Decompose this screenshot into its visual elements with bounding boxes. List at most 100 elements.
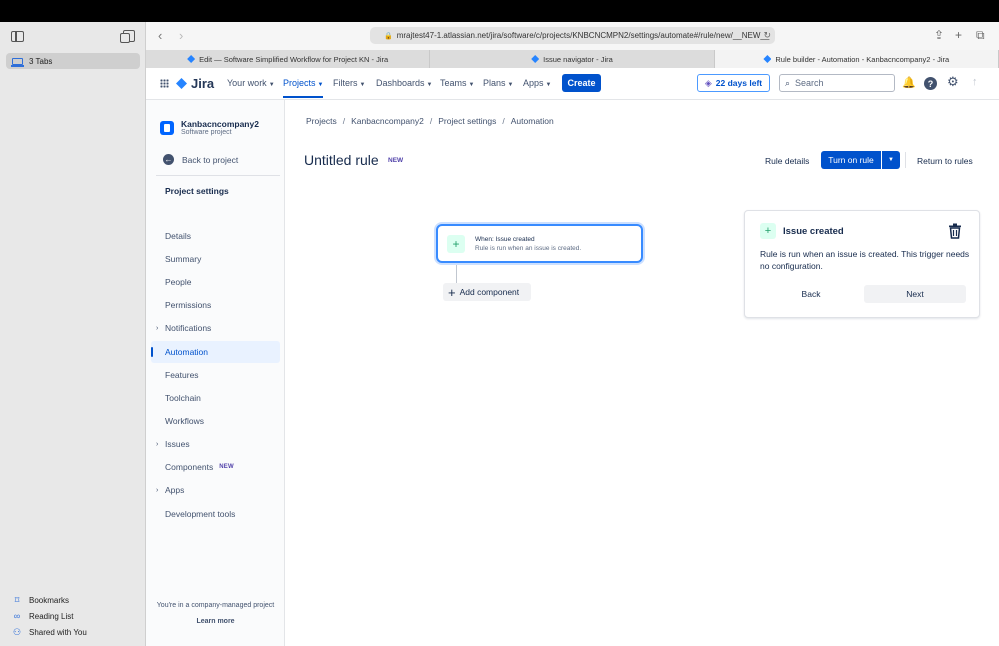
shared-with-you-item[interactable]: ⚇ Shared with You (12, 627, 87, 638)
reading-list-item[interactable]: ∞ Reading List (12, 611, 74, 621)
jira-logo[interactable]: Jira (176, 76, 214, 91)
sidebar-item-issues[interactable]: › Issues (151, 433, 280, 455)
nav-plans[interactable]: Plans ▼ (483, 78, 513, 88)
tab-title: Issue navigator - Jira (543, 54, 613, 64)
help-icon[interactable]: ? (924, 77, 937, 90)
laptop-icon (11, 57, 24, 67)
notifications-icon[interactable]: 🔔 (902, 76, 916, 89)
nav-your-work[interactable]: Your work ▼ (227, 78, 275, 88)
nav-filters[interactable]: Filters ▼ (333, 78, 365, 88)
page-title[interactable]: Untitled rule (304, 152, 379, 168)
sidebar-item-label: Apps (165, 485, 185, 495)
project-sidebar: Kanbacncompany2 Software project ← Back … (146, 100, 285, 646)
sidebar-item-automation[interactable]: Automation (151, 341, 280, 363)
sidebar-item-toolchain[interactable]: Toolchain (151, 387, 280, 409)
return-to-rules-button[interactable]: Return to rules (917, 156, 973, 166)
sidebar-item-workflows[interactable]: Workflows (151, 410, 280, 432)
chevron-right-icon: › (156, 440, 159, 448)
breadcrumb: Projects / Kanbacncompany2 / Project setting… (306, 116, 554, 126)
trial-days-button[interactable]: ◈ 22 days left (697, 74, 770, 92)
jira-top-nav: Jira Your work ▼ Projects ▼ Filters ▼ Dashb… (146, 68, 999, 100)
browser-tab-active[interactable]: Rule builder - Automation - Kanbacncompa… (714, 50, 999, 68)
nav-projects[interactable]: Projects ▼ (283, 78, 324, 98)
settings-gear-icon[interactable]: ⚙ (947, 74, 959, 90)
sidebar-item-development-tools[interactable]: Development tools (151, 503, 280, 525)
breadcrumb-project[interactable]: Kanbacncompany2 (351, 116, 424, 126)
nav-label: Dashboards (376, 78, 425, 88)
chevron-down-icon: ▼ (317, 82, 324, 88)
sidebar-item-apps[interactable]: › Apps (151, 479, 280, 501)
nav-label: Projects (283, 78, 316, 88)
breadcrumb-automation[interactable]: Automation (511, 116, 554, 126)
search-placeholder: Search (795, 78, 824, 88)
turn-on-rule-button[interactable]: Turn on rule (821, 151, 881, 169)
back-button[interactable]: Back (760, 285, 862, 303)
sidebar-toggle-icon[interactable] (11, 31, 24, 42)
breadcrumb-separator: / (429, 116, 433, 126)
forward-arrow-icon[interactable]: › (179, 28, 183, 43)
sidebar-item-label: Development tools (165, 509, 236, 519)
turn-on-dropdown-button[interactable]: ▼ (882, 151, 900, 169)
sidebar-item-label: Workflows (165, 416, 205, 426)
tabs-icon[interactable]: ⧉ (976, 28, 985, 43)
breadcrumb-project-settings[interactable]: Project settings (438, 116, 496, 126)
learn-more-link[interactable]: Learn more (146, 618, 285, 625)
app-switcher-icon[interactable] (160, 79, 169, 88)
chevron-down-icon: ▼ (268, 82, 275, 88)
add-component-button[interactable]: + Add component (443, 283, 531, 301)
tab-title: Edit — Software Simplified Workflow for … (199, 54, 389, 64)
trigger-card[interactable]: + When: Issue created Rule is run when a… (436, 224, 643, 263)
reload-icon[interactable]: ↻ (763, 30, 771, 41)
rule-details-button[interactable]: Rule details (765, 156, 809, 166)
sidebar-item-label: Components (165, 462, 214, 472)
browser-window: ‹ › 🔒 mrajtest47-1.atlassian.net/jira/so… (146, 22, 999, 646)
sidebar-item-permissions[interactable]: Permissions (151, 294, 280, 316)
browser-tab[interactable]: Issue navigator - Jira (430, 50, 715, 68)
sidebar-item-details[interactable]: Details (151, 225, 280, 247)
jira-logo-icon (176, 78, 187, 89)
os-top-bar (0, 0, 999, 22)
trash-icon[interactable] (948, 223, 962, 239)
diamond-icon: ◈ (704, 77, 712, 88)
sidebar-item-people[interactable]: People (151, 271, 280, 293)
sidebar-item-label: Toolchain (165, 393, 201, 403)
tab-group-item[interactable]: 3 Tabs (6, 53, 140, 69)
shared-label: Shared with You (29, 628, 87, 637)
tab-group-label: 3 Tabs (29, 56, 53, 66)
breadcrumb-projects[interactable]: Projects (306, 116, 337, 126)
back-arrow-icon[interactable]: ‹ (158, 28, 162, 43)
breadcrumb-separator: / (342, 116, 346, 126)
sidebar-item-label: Summary (165, 254, 202, 264)
panel-description: Rule is run when an issue is created. Th… (760, 249, 970, 271)
sidebar-item-label: Permissions (165, 300, 212, 310)
bookmarks-item[interactable]: ⌑ Bookmarks (12, 595, 69, 606)
sidebar-item-components[interactable]: Components NEW (151, 456, 280, 478)
create-button[interactable]: Create (562, 74, 601, 92)
new-tab-icon[interactable]: + (955, 28, 962, 42)
sidebar-item-label: Issues (165, 439, 190, 449)
chevron-down-icon: ▼ (888, 157, 894, 163)
sidebar-heading: Project settings (165, 186, 229, 196)
nav-apps[interactable]: Apps ▼ (523, 78, 551, 88)
trigger-title: When: Issue created (475, 235, 535, 243)
panel-title: Issue created (783, 226, 844, 237)
nav-teams[interactable]: Teams ▼ (440, 78, 474, 88)
reading-list-label: Reading List (29, 611, 74, 621)
next-button[interactable]: Next (864, 285, 966, 303)
sidebar-item-notifications[interactable]: › Notifications (151, 317, 280, 339)
plus-icon: + (447, 234, 465, 253)
share-icon[interactable]: ⇪ (934, 28, 944, 42)
sidebar-item-features[interactable]: Features (151, 364, 280, 386)
sidebar-item-summary[interactable]: Summary (151, 248, 280, 270)
browser-tab[interactable]: Edit — Software Simplified Workflow for … (146, 50, 431, 68)
nav-dashboards[interactable]: Dashboards ▼ (376, 78, 432, 88)
search-input[interactable]: ⌕ Search (779, 74, 895, 92)
address-bar[interactable]: 🔒 mrajtest47-1.atlassian.net/jira/softwa… (370, 27, 775, 44)
back-to-project-link[interactable]: ← Back to project (163, 154, 238, 165)
breadcrumb-separator: / (502, 116, 505, 126)
trigger-config-panel: + Issue created Rule is run when an issu… (744, 210, 980, 318)
back-label: Back to project (182, 154, 239, 165)
profile-icon[interactable]: ↑ (972, 76, 978, 88)
tab-overview-icon[interactable] (120, 30, 135, 43)
chevron-right-icon: › (156, 324, 159, 332)
